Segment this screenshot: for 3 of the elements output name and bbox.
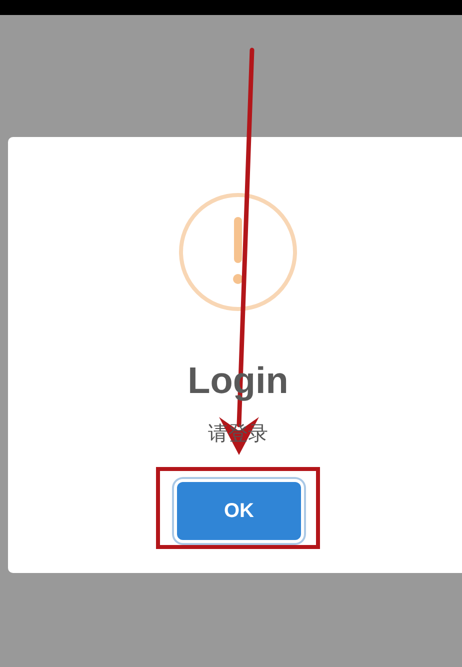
ok-button[interactable]: OK xyxy=(177,482,301,540)
dialog-message: 请登录 xyxy=(208,420,268,446)
warning-icon xyxy=(177,191,299,313)
